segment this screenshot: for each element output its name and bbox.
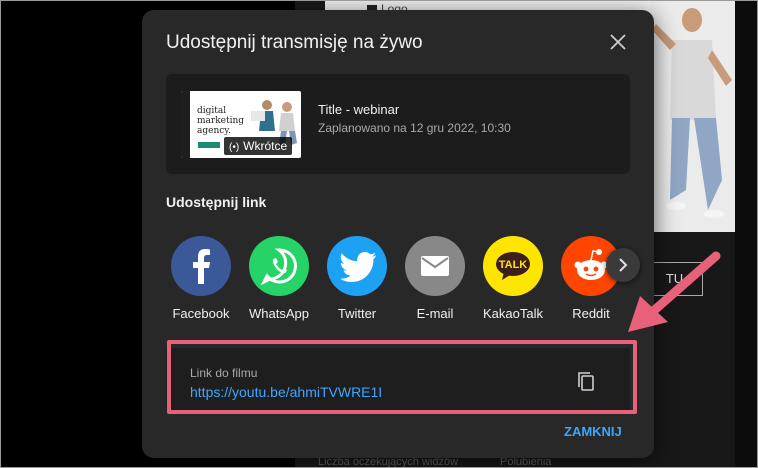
close-icon[interactable] [606, 30, 630, 54]
email-icon [405, 236, 465, 296]
upcoming-badge: (•) Wkrótce [224, 137, 293, 155]
stream-thumbnail: digital marketing agency. (•) Wkrótce [181, 91, 301, 158]
facebook-icon [171, 236, 231, 296]
stream-scheduled-date: Zaplanowano na 12 gru 2022, 10:30 [318, 121, 511, 135]
share-twitter-button[interactable]: Twitter [320, 236, 394, 321]
highlight-annotation [167, 340, 637, 414]
share-twitter-label: Twitter [337, 306, 377, 321]
share-facebook-button[interactable]: Facebook [164, 236, 238, 321]
share-link-label: Udostępnij link [166, 194, 267, 210]
share-kakaotalk-button[interactable]: TALK KakaoTalk [476, 236, 550, 321]
share-email-label: E-mail [416, 306, 454, 321]
dialog-title: Udostępnij transmisję na żywo [166, 32, 423, 53]
share-facebook-label: Facebook [172, 306, 230, 321]
kakaotalk-icon: TALK [483, 236, 543, 296]
close-button[interactable]: ZAMKNIJ [564, 424, 622, 439]
share-whatsapp-label: WhatsApp [249, 306, 309, 321]
stream-title: Title - webinar [318, 102, 400, 117]
stream-preview: digital marketing agency. (•) Wkrótce Tit… [166, 74, 630, 174]
share-reddit-label: Reddit [572, 306, 610, 321]
thumbnail-text: digital marketing agency. [197, 106, 245, 136]
annotation-arrow [628, 251, 721, 332]
background-photo [650, 0, 735, 232]
share-email-button[interactable]: E-mail [398, 236, 472, 321]
twitter-icon [327, 236, 387, 296]
background-right [735, 0, 758, 468]
whatsapp-icon [249, 236, 309, 296]
share-kakaotalk-label: KakaoTalk [483, 306, 543, 321]
share-whatsapp-button[interactable]: WhatsApp [242, 236, 316, 321]
svg-text:TALK: TALK [499, 259, 528, 271]
live-broadcast-icon: (•) [229, 142, 240, 153]
